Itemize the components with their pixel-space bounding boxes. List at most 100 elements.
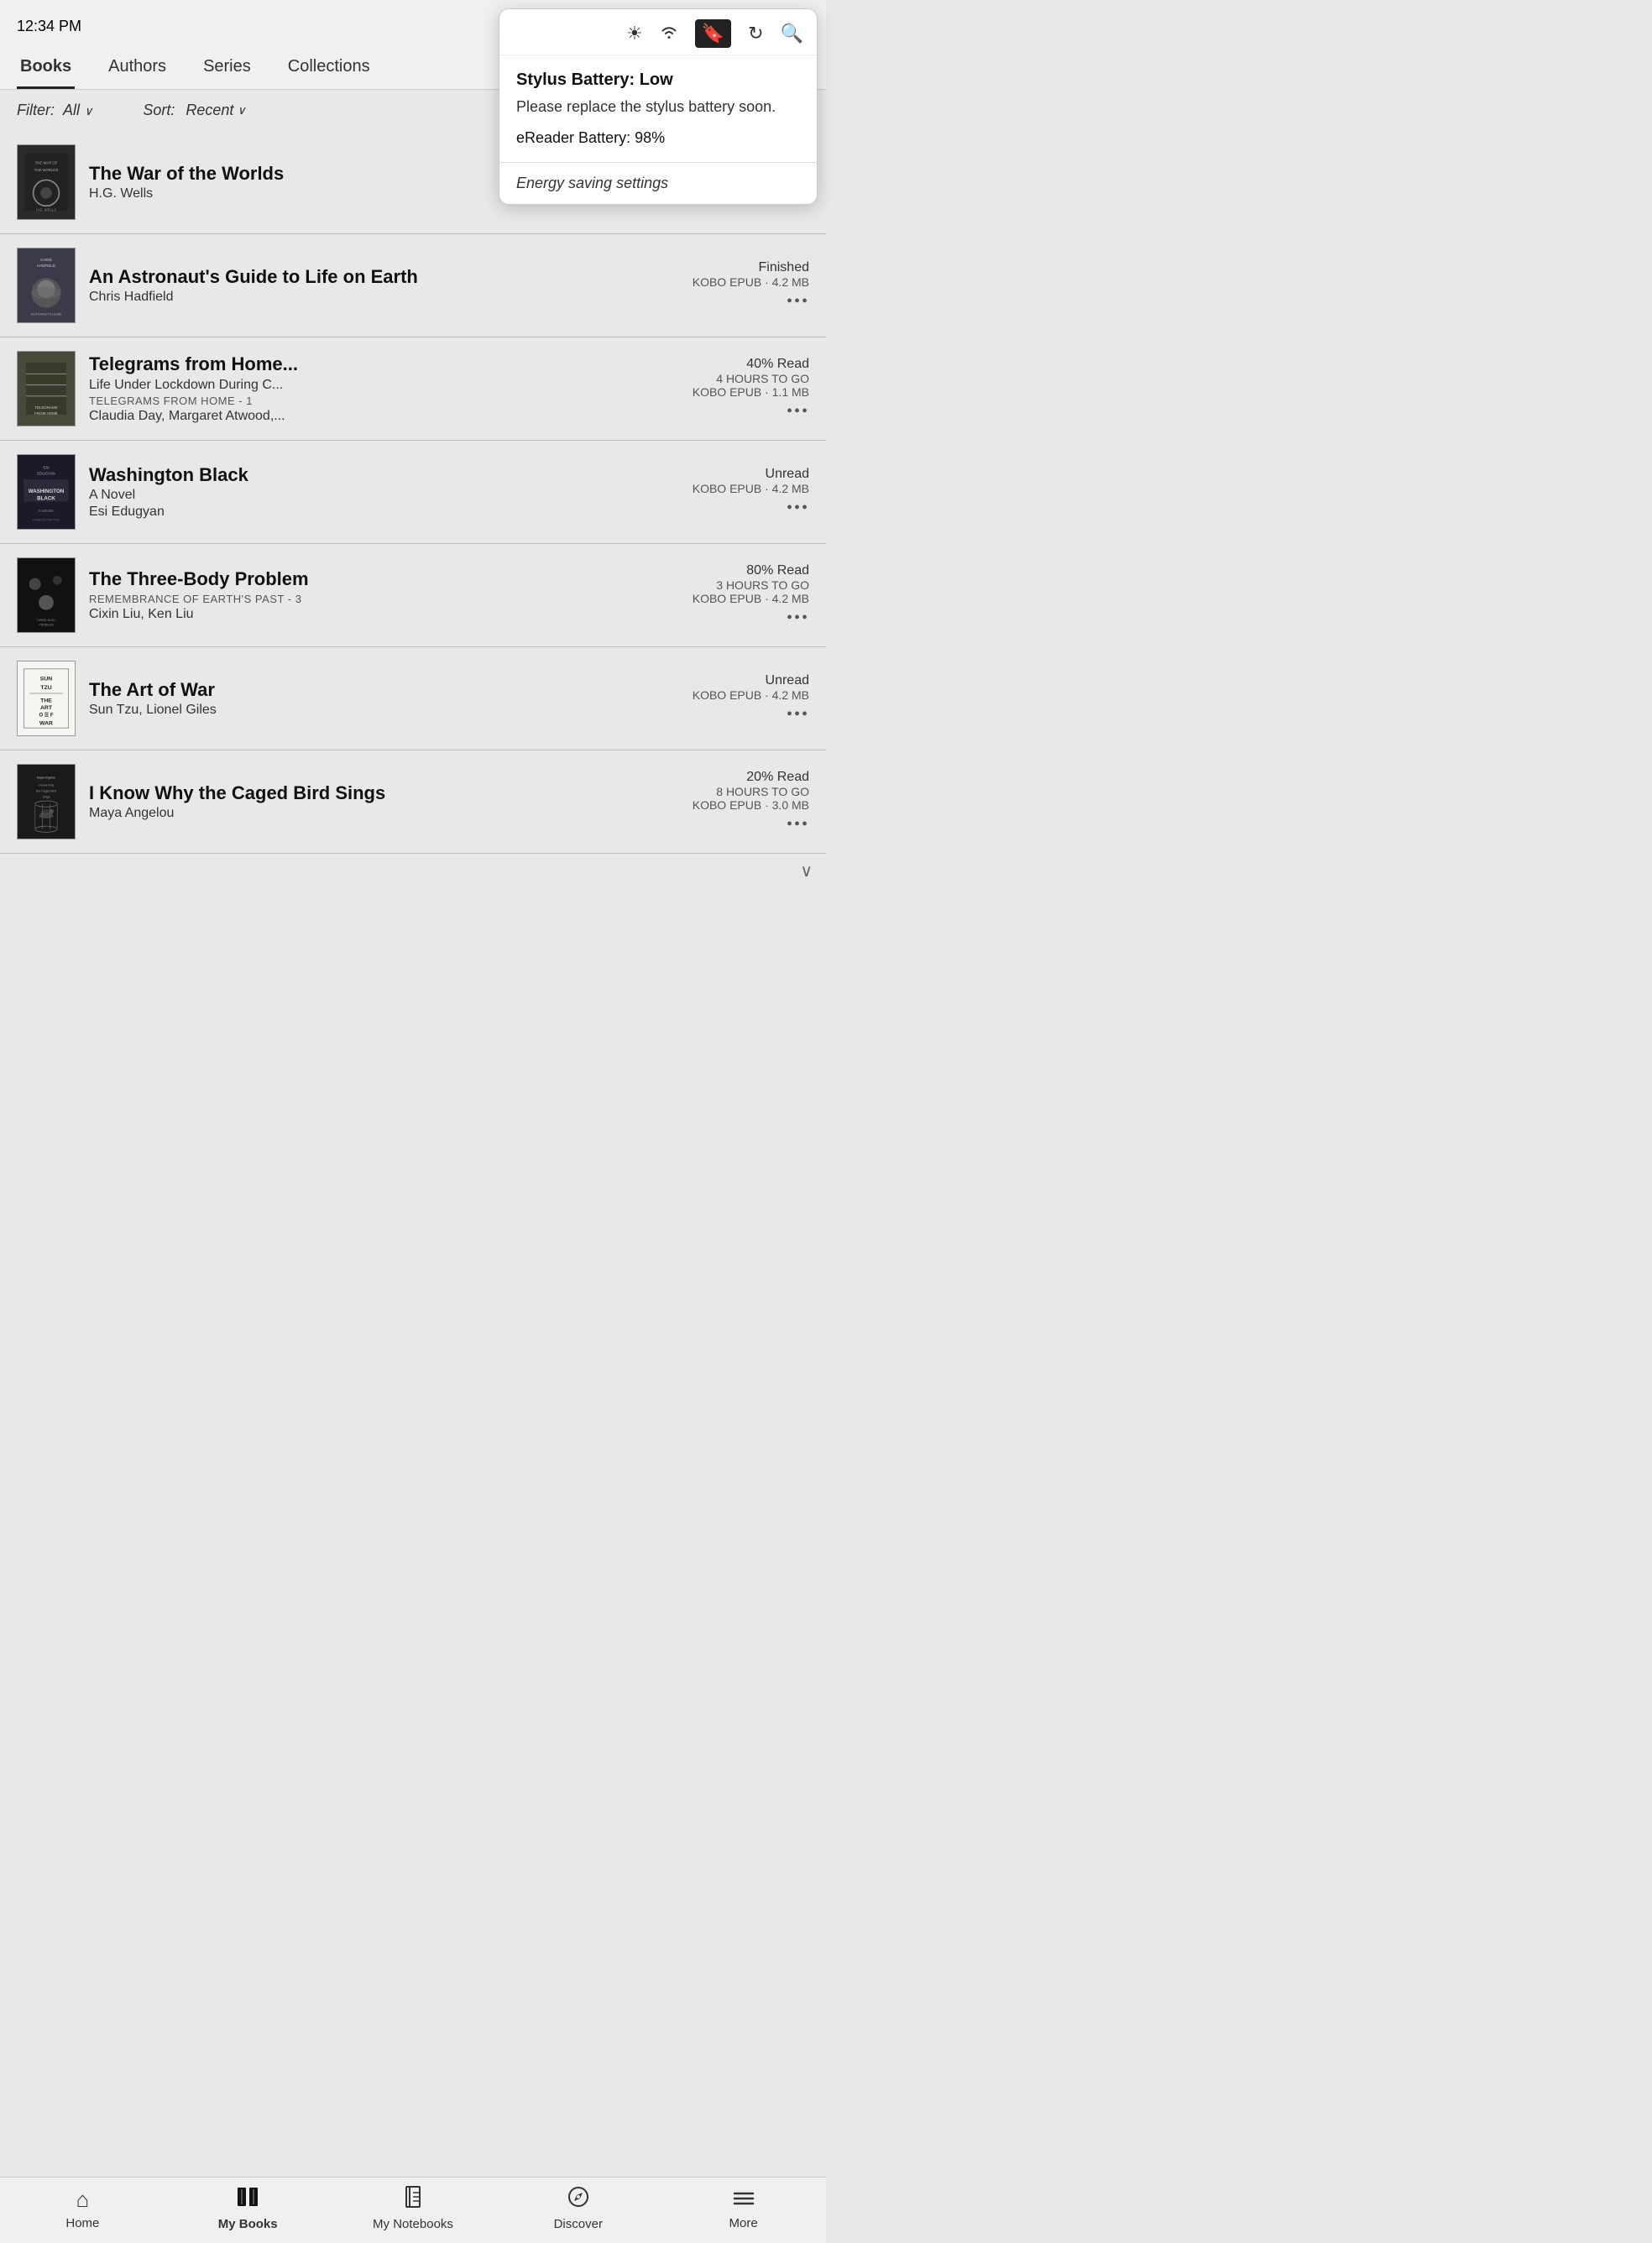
svg-text:TZU: TZU [40,685,51,691]
nav-label-my-books: My Books [218,2217,278,2231]
svg-text:THE WORLDS: THE WORLDS [34,168,59,172]
svg-text:Sings: Sings [43,796,50,799]
tab-series[interactable]: Series [200,47,254,89]
book-meta-three-body: 80% Read 3 HOURS TO GO KOBO EPUB · 4.2 M… [675,563,809,628]
book-title: I Know Why the Caged Bird Sings [89,782,661,804]
sort-dropdown[interactable]: Sort: Recent ∨ [143,102,245,119]
book-author: Cixin Liu, Ken Liu [89,607,661,622]
book-options-button[interactable]: ••• [675,499,809,518]
tab-books[interactable]: Books [17,47,75,89]
book-meta-astronaut: Finished KOBO EPUB · 4.2 MB ••• [675,260,809,311]
book-info-washington-black: Washington Black A Novel Esi Edugyan [89,464,661,520]
book-status: Finished [675,260,809,275]
list-expand-chevron[interactable]: ∨ [0,854,826,888]
nav-label-my-notebooks: My Notebooks [373,2217,453,2231]
tab-collections[interactable]: Collections [285,47,374,89]
popup-battery: eReader Battery: 98% [516,129,800,147]
popup-body: Stylus Battery: Low Please replace the s… [499,55,817,162]
book-info-art-of-war: The Art of War Sun Tzu, Lionel Giles [89,679,661,718]
book-hours: 3 HOURS TO GO [675,578,809,592]
book-author: Claudia Day, Margaret Atwood,... [89,409,661,424]
svg-text:THREE-BODY: THREE-BODY [36,619,56,622]
svg-text:ASTRONAUT'S GUIDE: ASTRONAUT'S GUIDE [31,312,63,316]
svg-text:TELEGRAMS: TELEGRAMS [34,405,57,410]
popup-title: Stylus Battery: Low [516,71,800,90]
svg-text:the Caged Bird: the Caged Bird [36,789,56,792]
book-hours: 4 HOURS TO GO [675,372,809,385]
book-title: Telegrams from Home... [89,353,661,375]
search-popup-icon[interactable]: 🔍 [781,23,803,44]
book-status: 80% Read [675,563,809,578]
book-meta-washington-black: Unread KOBO EPUB · 4.2 MB ••• [675,467,809,518]
svg-text:BLACK: BLACK [37,496,55,502]
book-title: Washington Black [89,464,661,486]
book-subtitle: Life Under Lockdown During C... [89,378,661,393]
discover-icon [567,2186,589,2214]
book-subtitle: A Novel [89,488,661,503]
svg-text:A NOVEL: A NOVEL [39,509,55,513]
nav-item-more[interactable]: More [702,2188,786,2230]
book-item-art-of-war[interactable]: SUN TZU THE ART O ☰ F WAR The Art of War… [0,647,826,750]
nav-item-my-notebooks[interactable]: My Notebooks [371,2186,455,2231]
book-hours: 8 HOURS TO GO [675,785,809,798]
filter-label: Filter: All ∨ [17,102,92,119]
book-info-telegrams: Telegrams from Home... Life Under Lockdo… [89,353,661,423]
book-cover-caged-bird: Maya Angelou I Know Why the Caged Bird S… [17,764,76,839]
book-author: Esi Edugyan [89,505,661,520]
book-item-three-body[interactable]: THREE-BODY PROBLEM The Three-Body Proble… [0,544,826,647]
book-cover-washington-black: ESI EDUGYAN WASHINGTON BLACK A NOVEL FIN… [17,454,76,530]
popup-message: Please replace the stylus battery soon. [516,97,800,118]
book-format: KOBO EPUB · 4.2 MB [675,592,809,605]
book-cover-three-body: THREE-BODY PROBLEM [17,557,76,633]
book-options-button[interactable]: ••• [675,292,809,311]
svg-text:PROBLEM: PROBLEM [39,623,53,626]
book-cover-telegrams: TELEGRAMS FROM HOME [17,351,76,426]
nav-label-home: Home [65,2216,99,2230]
my-notebooks-icon [403,2186,423,2214]
bookmark-popup-icon[interactable]: 🔖 [695,19,731,48]
brightness-popup-icon[interactable]: ☀ [626,23,643,44]
book-status: 20% Read [675,770,809,785]
svg-text:Maya Angelou: Maya Angelou [37,776,55,780]
book-options-button[interactable]: ••• [675,609,809,628]
book-options-button[interactable]: ••• [675,402,809,421]
book-cover-art-of-war: SUN TZU THE ART O ☰ F WAR [17,661,76,736]
book-title: An Astronaut's Guide to Life on Earth [89,266,661,288]
book-title: The Art of War [89,679,661,701]
book-cover-astronaut: CHRIS HADFIELD ASTRONAUT'S GUIDE [17,248,76,323]
nav-item-home[interactable]: ⌂ Home [40,2188,124,2230]
book-status: 40% Read [675,357,809,372]
svg-text:EDUGYAN: EDUGYAN [37,472,55,476]
book-options-button[interactable]: ••• [675,815,809,834]
filter-dropdown[interactable]: All ∨ [59,102,92,118]
nav-label-more: More [729,2216,757,2230]
book-format: KOBO EPUB · 1.1 MB [675,385,809,399]
book-format: KOBO EPUB · 4.2 MB [675,688,809,702]
book-item-telegrams[interactable]: TELEGRAMS FROM HOME Telegrams from Home.… [0,337,826,441]
book-info-caged-bird: I Know Why the Caged Bird Sings Maya Ang… [89,782,661,821]
nav-item-my-books[interactable]: My Books [206,2186,290,2231]
svg-text:I Know Why: I Know Why [39,783,55,787]
svg-text:SUN: SUN [40,677,53,682]
book-item-astronaut[interactable]: CHRIS HADFIELD ASTRONAUT'S GUIDE An Astr… [0,234,826,337]
book-status: Unread [675,673,809,688]
svg-text:ESI: ESI [43,466,49,470]
svg-text:WASHINGTON: WASHINGTON [29,489,65,494]
book-author: Sun Tzu, Lionel Giles [89,703,661,718]
more-icon [733,2188,755,2213]
tab-authors[interactable]: Authors [105,47,170,89]
book-item-washington-black[interactable]: ESI EDUGYAN WASHINGTON BLACK A NOVEL FIN… [0,441,826,544]
sort-chevron-icon: ∨ [237,103,245,118]
energy-settings-link[interactable]: Energy saving settings [516,175,668,191]
book-status: Unread [675,467,809,482]
svg-text:FINALIST FOR THE: FINALIST FOR THE [33,519,60,522]
svg-text:THE: THE [40,698,52,703]
book-options-button[interactable]: ••• [675,705,809,724]
sync-popup-icon[interactable]: ↻ [748,23,763,44]
popup-header: ☀ 🔖 ↻ 🔍 [499,9,817,55]
book-item-caged-bird[interactable]: Maya Angelou I Know Why the Caged Bird S… [0,750,826,854]
nav-item-discover[interactable]: Discover [536,2186,620,2231]
wifi-popup-icon[interactable] [660,23,678,44]
book-cover-war-worlds: THE WAR OF THE WORLDS H.G. WELLS [17,144,76,220]
book-series: TELEGRAMS FROM HOME - 1 [89,395,661,407]
